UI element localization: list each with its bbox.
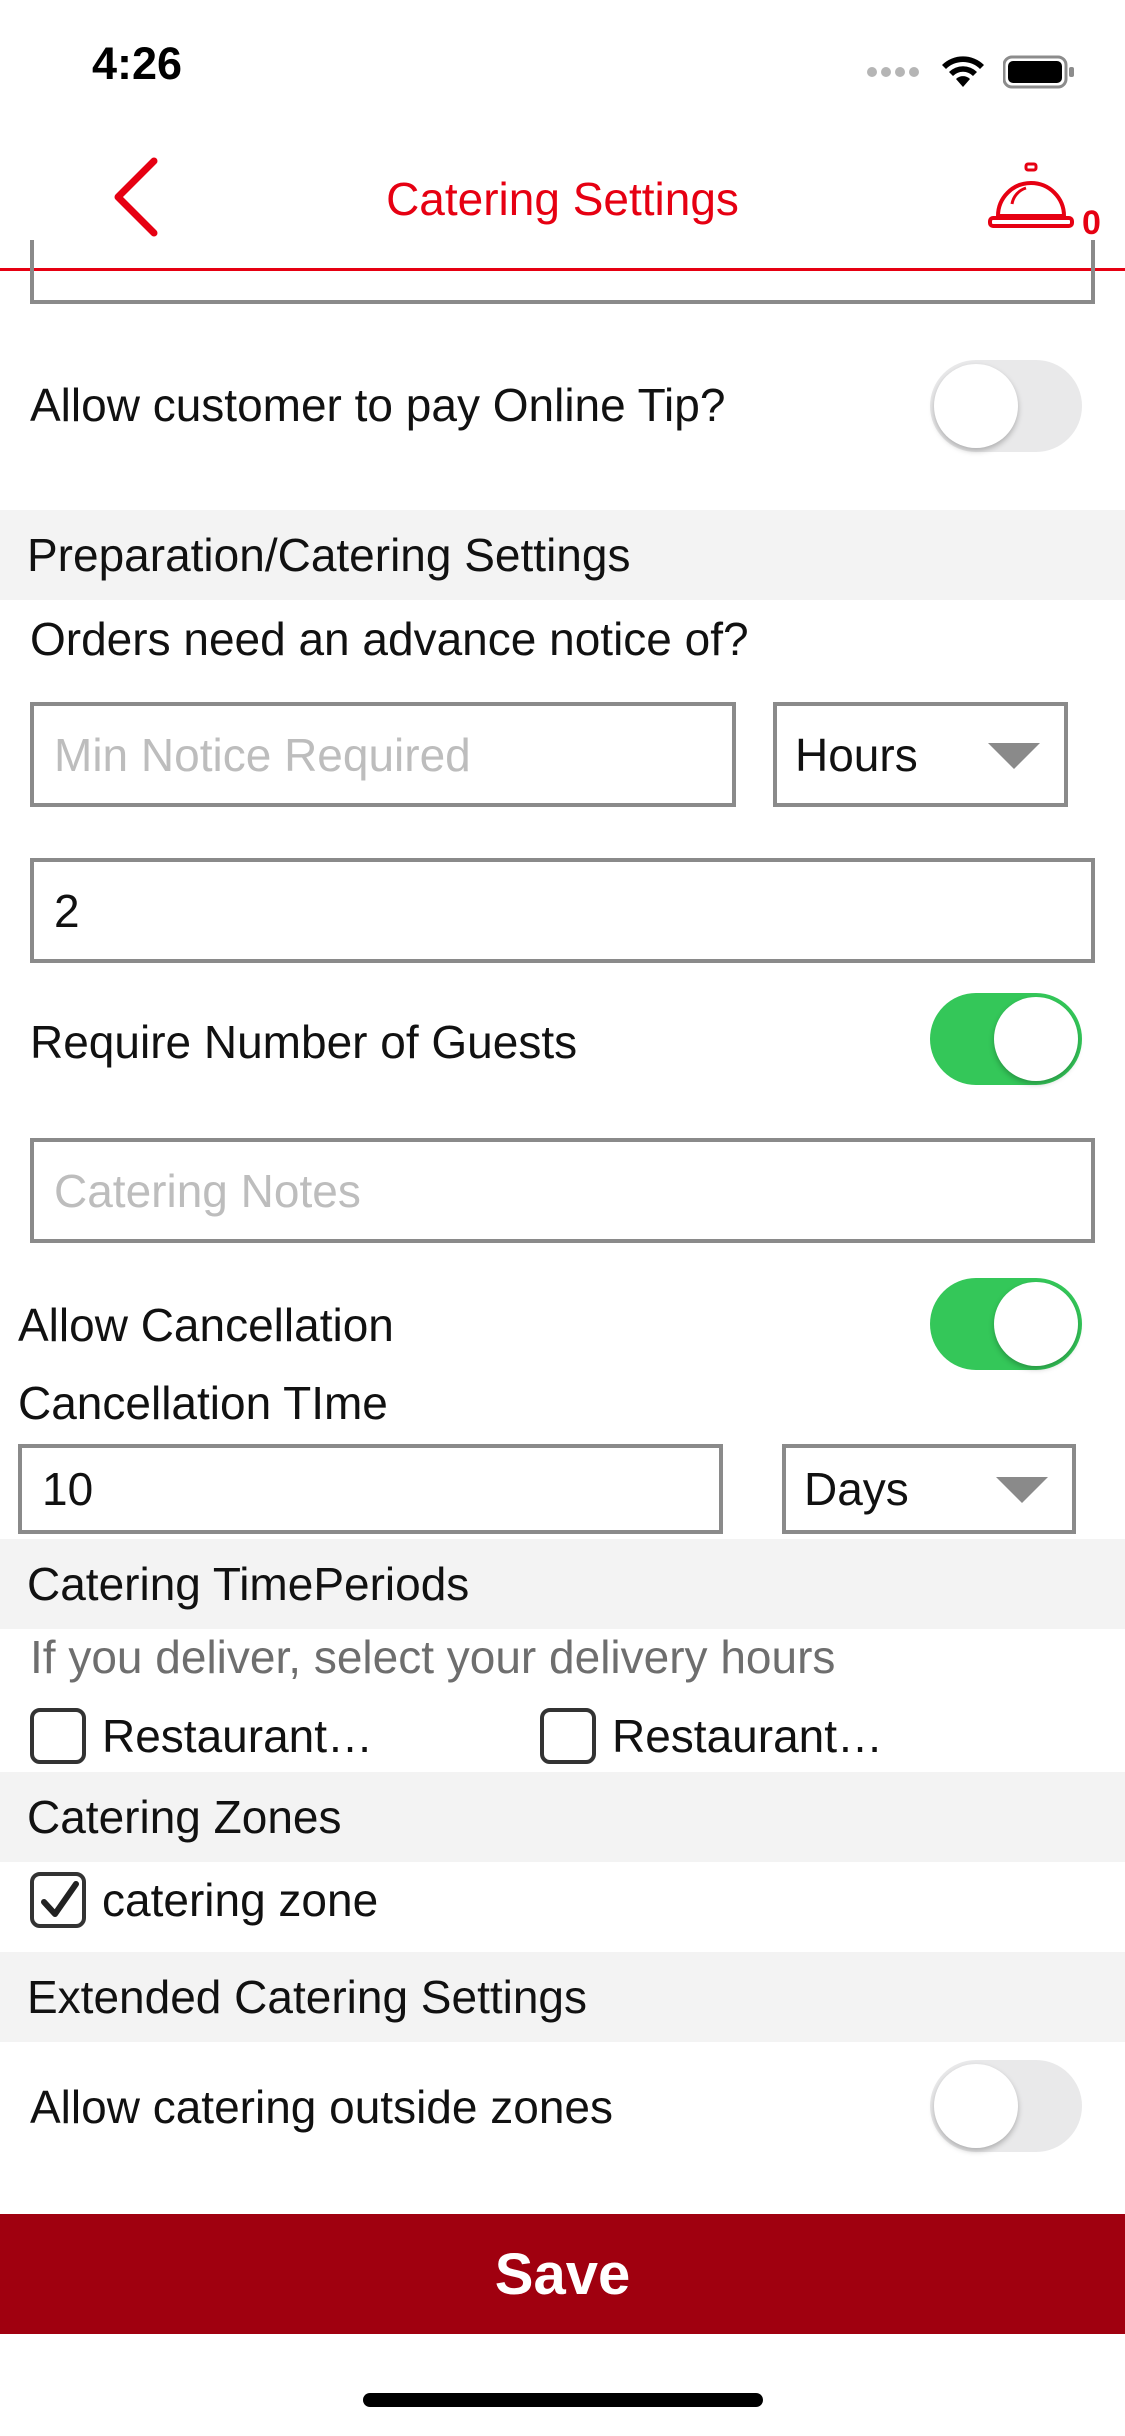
bell-count-badge: 0 bbox=[1082, 204, 1101, 242]
chevron-down-icon bbox=[988, 742, 1040, 769]
cancellation-unit-select[interactable]: Days bbox=[782, 1444, 1076, 1534]
page-title: Catering Settings bbox=[386, 173, 739, 225]
toggle-knob bbox=[994, 1282, 1078, 1366]
delivery-hours-hint: If you deliver, select your delivery hou… bbox=[30, 1631, 836, 1683]
cancellation-unit-value: Days bbox=[804, 1463, 909, 1515]
zone-label: catering zone bbox=[102, 1874, 379, 1926]
time-period-label: Restaurant… bbox=[102, 1710, 374, 1762]
cancellation-time-input[interactable]: 10 bbox=[18, 1444, 723, 1534]
battery-icon bbox=[1003, 55, 1074, 89]
checkmark-icon bbox=[41, 1881, 79, 1917]
cancellation-time-label: Cancellation TIme bbox=[18, 1377, 388, 1429]
online-tip-label: Allow customer to pay Online Tip? bbox=[30, 379, 726, 431]
require-guests-toggle[interactable] bbox=[930, 993, 1082, 1085]
service-bell-icon bbox=[988, 162, 1074, 228]
checkbox-checked-icon[interactable] bbox=[30, 1872, 86, 1928]
section-header-zones: Catering Zones bbox=[0, 1772, 1125, 1862]
notice-unit-value: Hours bbox=[795, 728, 918, 781]
checkbox-unchecked-icon[interactable] bbox=[30, 1708, 86, 1764]
notice-value: 2 bbox=[54, 884, 80, 937]
allow-cancellation-toggle[interactable] bbox=[930, 1278, 1082, 1370]
status-time: 4:26 bbox=[92, 38, 183, 89]
wifi-icon bbox=[942, 56, 984, 87]
outside-zones-toggle[interactable] bbox=[930, 2060, 1082, 2152]
section-header-preparation: Preparation/Catering Settings bbox=[0, 510, 1125, 600]
time-period-option[interactable]: Restaurant… bbox=[30, 1708, 373, 1764]
notice-value-input[interactable]: 2 bbox=[30, 858, 1095, 963]
allow-cancellation-label: Allow Cancellation bbox=[18, 1299, 394, 1351]
scrolled-field[interactable] bbox=[30, 240, 1095, 304]
toggle-knob bbox=[934, 364, 1018, 448]
section-header-extended: Extended Catering Settings bbox=[0, 1952, 1125, 2042]
min-notice-input[interactable]: Min Notice Required bbox=[30, 702, 736, 807]
advance-notice-label: Orders need an advance notice of? bbox=[30, 613, 749, 665]
section-header-time-periods: Catering TimePeriods bbox=[0, 1539, 1125, 1629]
save-button[interactable]: Save bbox=[0, 2214, 1125, 2334]
notice-unit-select[interactable]: Hours bbox=[773, 702, 1068, 807]
require-guests-label: Require Number of Guests bbox=[30, 1016, 578, 1068]
status-icons bbox=[867, 52, 1075, 92]
home-indicator bbox=[363, 2393, 763, 2407]
order-bell-button[interactable]: 0 bbox=[986, 160, 1101, 242]
checkbox-unchecked-icon[interactable] bbox=[540, 1708, 596, 1764]
signal-icon bbox=[867, 67, 919, 77]
min-notice-placeholder: Min Notice Required bbox=[54, 728, 471, 781]
online-tip-toggle[interactable] bbox=[930, 360, 1082, 452]
toggle-knob bbox=[994, 997, 1078, 1081]
chevron-down-icon bbox=[996, 1477, 1048, 1503]
time-period-label: Restaurant… bbox=[612, 1710, 884, 1762]
toggle-knob bbox=[934, 2064, 1018, 2148]
zone-option[interactable]: catering zone bbox=[30, 1872, 378, 1928]
catering-notes-input[interactable]: Catering Notes bbox=[30, 1138, 1095, 1243]
time-period-option[interactable]: Restaurant… bbox=[540, 1708, 883, 1764]
outside-zones-label: Allow catering outside zones bbox=[30, 2081, 613, 2133]
catering-notes-placeholder: Catering Notes bbox=[54, 1164, 361, 1217]
cancellation-time-value: 10 bbox=[42, 1463, 94, 1515]
